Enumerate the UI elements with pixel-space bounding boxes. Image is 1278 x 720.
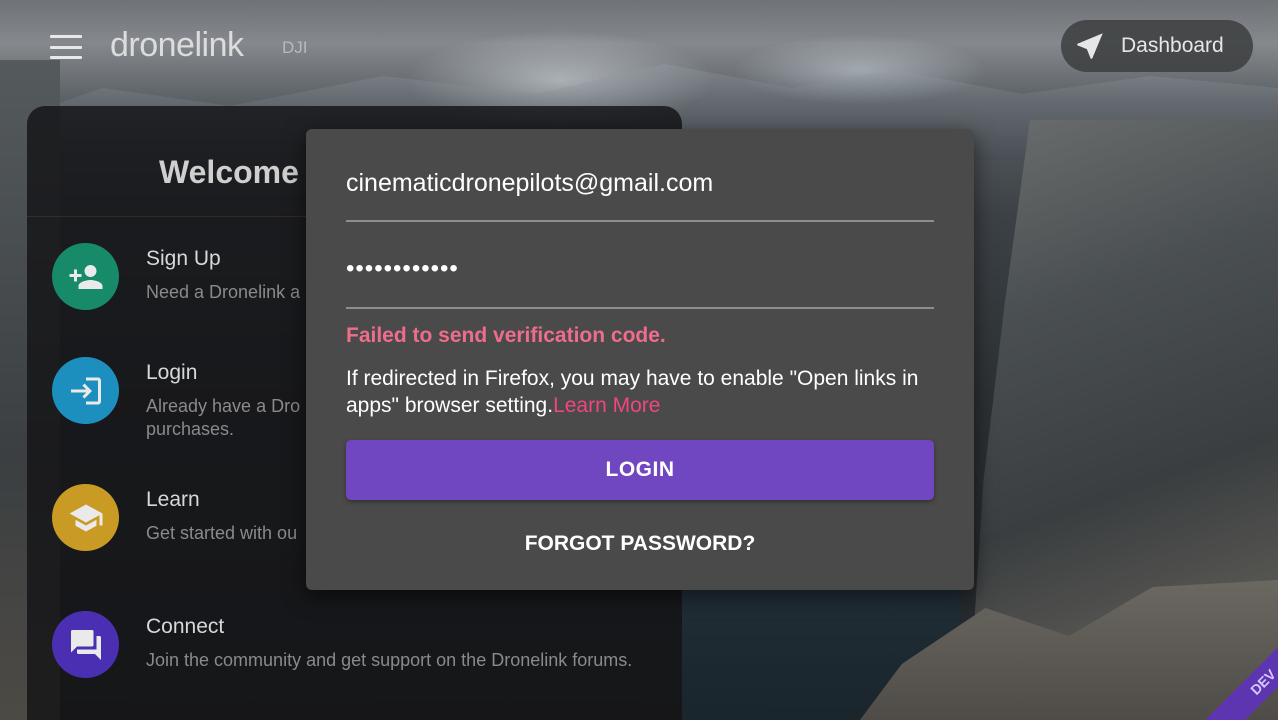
dashboard-label: Dashboard (1121, 34, 1224, 57)
brand-sub-label: DJI (282, 38, 308, 57)
welcome-item-desc: Join the community and get support on th… (146, 650, 633, 670)
login-icon (70, 377, 101, 404)
email-field[interactable] (346, 161, 934, 205)
learn-icon-circle (52, 484, 119, 551)
welcome-item-connect[interactable]: Connect Join the community and get suppo… (52, 611, 636, 678)
welcome-item-title: Connect (146, 615, 225, 638)
brand-logo: dronelink (110, 26, 244, 64)
firefox-info-text: If redirected in Firefox, you may have t… (346, 365, 936, 419)
hamburger-menu-icon[interactable] (50, 35, 82, 59)
forgot-password-button[interactable]: FORGOT PASSWORD? (346, 524, 934, 564)
dashboard-button[interactable]: Dashboard (1061, 20, 1253, 72)
sign-up-icon-circle (52, 243, 119, 310)
person-add-icon (69, 264, 102, 289)
navigation-arrow-icon (1077, 33, 1103, 59)
email-field-container (346, 161, 934, 222)
learn-more-link[interactable]: Learn More (553, 394, 660, 417)
login-dialog: Failed to send verification code. If red… (306, 129, 974, 590)
school-icon (69, 504, 102, 531)
error-message: Failed to send verification code. (346, 324, 666, 347)
password-field[interactable] (346, 249, 934, 289)
forum-icon (70, 629, 101, 660)
login-icon-circle (52, 357, 119, 424)
login-button[interactable]: LOGIN (346, 440, 934, 500)
welcome-title: Welcome t (159, 154, 319, 190)
password-field-container (346, 249, 934, 309)
connect-icon-circle (52, 611, 119, 678)
